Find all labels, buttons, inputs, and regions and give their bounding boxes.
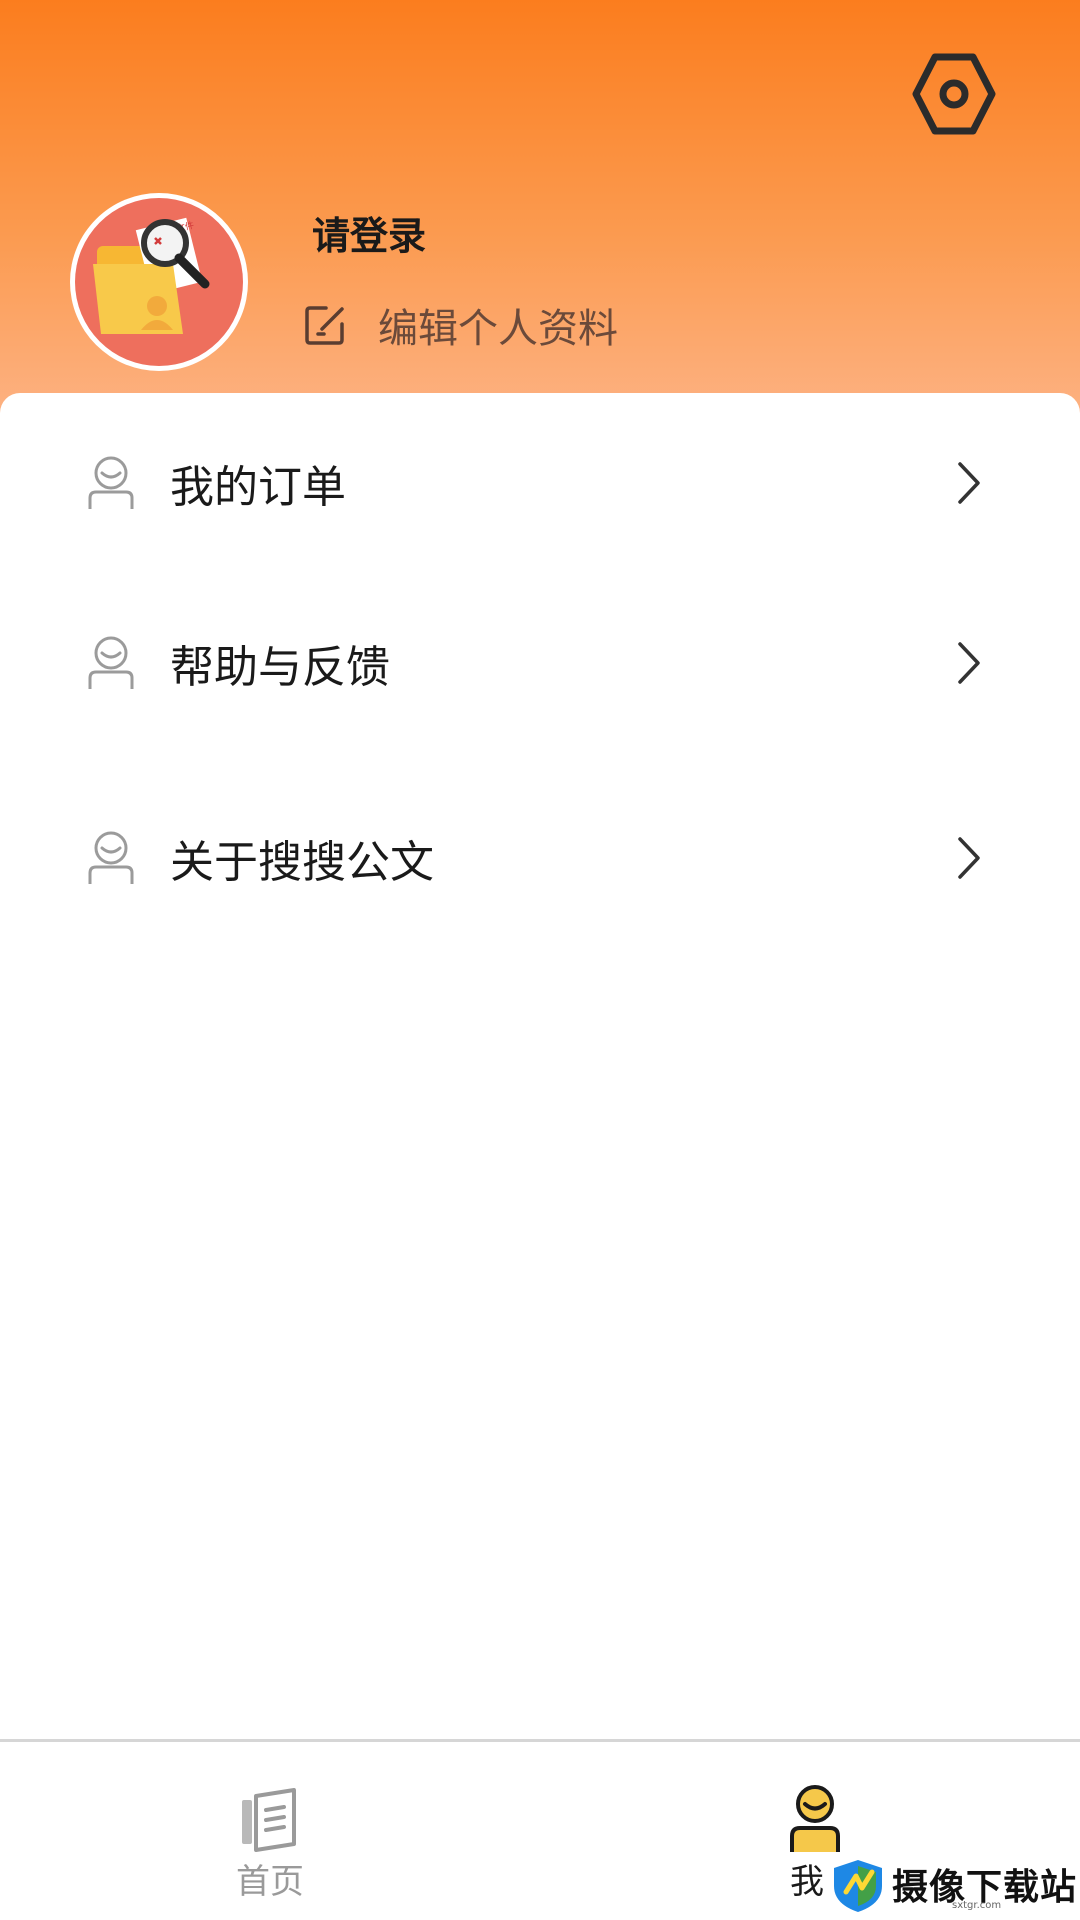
menu-item-my-orders[interactable]: 我的订单 (0, 423, 1080, 543)
shield-logo-icon (834, 1860, 882, 1912)
folder-search-document-icon: ×× 文件 (93, 217, 210, 334)
chevron-right-icon (958, 837, 980, 879)
user-active-icon (790, 1785, 840, 1852)
settings-hexagon-icon (912, 53, 996, 135)
user-icon (88, 831, 134, 884)
user-icon (88, 636, 134, 689)
menu-item-label: 我的订单 (170, 462, 346, 513)
edit-profile-label: 编辑个人资料 (378, 306, 618, 352)
chevron-right-icon (958, 462, 980, 504)
profile-header: ×× 文件 请登录 编辑个人资料 (0, 0, 1080, 420)
menu-item-label: 关于搜搜公文 (170, 837, 434, 888)
tab-home[interactable]: 首页 (170, 1742, 370, 1920)
watermark-url: sxtgr.com (952, 1900, 1002, 1911)
tab-me-label: 我 (790, 1862, 824, 1902)
edit-profile-link[interactable]: 编辑个人资料 (302, 296, 618, 354)
menu-item-label: 帮助与反馈 (170, 642, 390, 693)
chevron-right-icon (958, 642, 980, 684)
site-watermark: 摄像下载站 sxtgr.com (832, 1850, 1080, 1920)
avatar[interactable]: ×× 文件 (70, 193, 248, 371)
settings-button[interactable] (908, 48, 1000, 140)
menu-item-about[interactable]: 关于搜搜公文 (0, 798, 1080, 918)
book-icon (242, 1788, 296, 1852)
login-prompt[interactable]: 请登录 (312, 205, 426, 260)
tab-home-label: 首页 (236, 1862, 304, 1902)
menu-item-help-feedback[interactable]: 帮助与反馈 (0, 603, 1080, 723)
user-icon (88, 456, 134, 509)
menu-card: 我的订单 帮助与反馈 关于搜搜公文 (0, 393, 1080, 1739)
edit-icon (305, 306, 344, 345)
